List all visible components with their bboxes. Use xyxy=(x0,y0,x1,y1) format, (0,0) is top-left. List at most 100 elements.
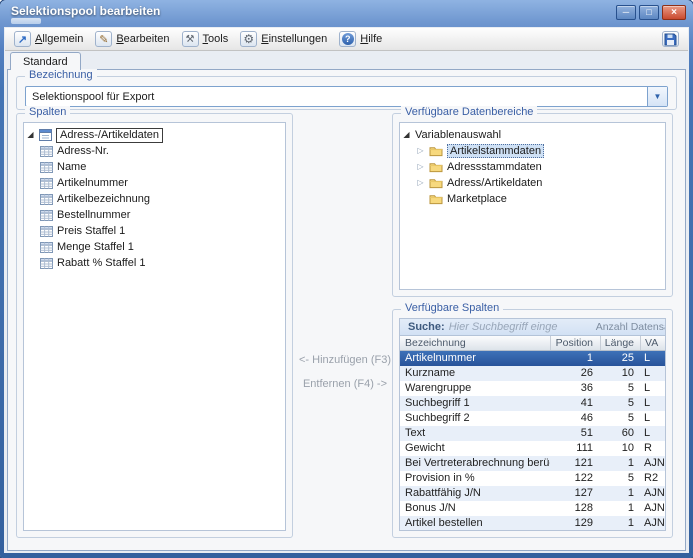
tree-item[interactable]: Bestellnummer xyxy=(26,207,283,223)
cell-name: Artikelnummer xyxy=(400,351,550,366)
column-header-va[interactable]: VA xyxy=(640,336,665,350)
column-header-bezeichnung[interactable]: Bezeichnung xyxy=(400,336,550,350)
maximize-button[interactable]: □ xyxy=(639,5,659,20)
cell-laenge: 10 xyxy=(600,441,640,456)
tree-folder-adressstammdaten[interactable]: ▷ Adressstammdaten xyxy=(402,159,663,175)
search-input[interactable] xyxy=(449,321,592,333)
cell-va: L xyxy=(640,366,665,381)
tree-item[interactable]: Rabatt % Staffel 1 xyxy=(26,255,283,271)
cell-name: Bei Vertreterabrechnung berücksichtige xyxy=(400,456,550,471)
tree-root-adress-artikeldaten[interactable]: ◢ Adress-/Artikeldaten xyxy=(26,127,283,143)
cell-position: 129 xyxy=(550,516,600,531)
table-row[interactable]: Gewicht 111 10 R xyxy=(400,441,665,456)
tree-item-label: Preis Staffel 1 xyxy=(57,225,125,237)
tab-standard[interactable]: Standard xyxy=(10,52,81,70)
cell-name: Suchbegriff 2 xyxy=(400,411,550,426)
table-row[interactable]: Bonus J/N 128 1 AJN xyxy=(400,501,665,516)
cell-va: AJN xyxy=(640,486,665,501)
table-row[interactable]: Kurzname 26 10 L xyxy=(400,366,665,381)
toolbar-label: Hilfe xyxy=(360,33,382,45)
toolbar-button-einstellungen[interactable]: ⚙ Einstellungen xyxy=(240,31,327,47)
tree-item-label: Adress-Nr. xyxy=(57,145,109,157)
tree-root-label[interactable]: Adress-/Artikeldaten xyxy=(56,128,163,143)
tree-folder-label: Adress/Artikeldaten xyxy=(447,177,542,189)
tree-root-variablenauswahl[interactable]: ◢ Variablenauswahl xyxy=(402,127,663,143)
table-row-selected[interactable]: Artikelnummer 1 25 L xyxy=(400,351,665,366)
tree-item[interactable]: Adress-Nr. xyxy=(26,143,283,159)
expander-expanded-icon[interactable]: ◢ xyxy=(402,127,411,143)
cell-position: 36 xyxy=(550,381,600,396)
expander-collapsed-icon[interactable]: ▷ xyxy=(416,175,425,191)
tree-folder-adress-artikeldaten[interactable]: ▷ Adress/Artikeldaten xyxy=(402,175,663,191)
cell-laenge: 5 xyxy=(600,396,640,411)
tree-item-label: Bestellnummer xyxy=(57,209,130,221)
cell-position: 46 xyxy=(550,411,600,426)
spalten-tree: ◢ Adress-/Artikeldaten Adress-Nr. Name xyxy=(23,122,286,531)
table-icon xyxy=(40,177,53,189)
bezeichnung-combobox[interactable]: Selektionspool für Export ▼ xyxy=(25,86,668,107)
tree-folder-marketplace[interactable]: Marketplace xyxy=(402,191,663,207)
add-columns-button[interactable]: <- Hinzufügen (F3) xyxy=(290,354,400,366)
tree-item-label: Artikelnummer xyxy=(57,177,128,189)
group-label-bezeichnung: Bezeichnung xyxy=(25,69,97,81)
tree-item[interactable]: Menge Staffel 1 xyxy=(26,239,283,255)
save-floppy-icon xyxy=(662,31,679,47)
expander-expanded-icon[interactable]: ◢ xyxy=(26,127,35,143)
table-row[interactable]: Suchbegriff 1 41 5 L xyxy=(400,396,665,411)
table-row[interactable]: Rabattfähig J/N 127 1 AJN xyxy=(400,486,665,501)
table-row[interactable]: Bei Vertreterabrechnung berücksichtige 1… xyxy=(400,456,665,471)
column-header-position[interactable]: Position xyxy=(550,336,600,350)
column-header-laenge[interactable]: Länge xyxy=(600,336,640,350)
table-icon xyxy=(40,209,53,221)
cell-name: Provision in % xyxy=(400,471,550,486)
toolbar-button-allgemein[interactable]: ↗ Allgemein xyxy=(14,31,83,47)
cell-laenge: 1 xyxy=(600,456,640,471)
tree-item[interactable]: Artikelbezeichnung xyxy=(26,191,283,207)
save-button[interactable] xyxy=(662,31,679,47)
group-verfuegbare-spalten: Verfügbare Spalten Suche: Anzahl Datensä… xyxy=(392,309,673,538)
folder-icon xyxy=(429,161,443,173)
cell-va: L xyxy=(640,396,665,411)
table-header: Bezeichnung Position Länge VA xyxy=(400,336,665,351)
folder-icon xyxy=(429,193,443,205)
tree-folder-artikelstammdaten[interactable]: ▷ Artikelstammdaten xyxy=(402,143,663,159)
cell-laenge: 1 xyxy=(600,501,640,516)
close-button[interactable]: × xyxy=(662,5,686,20)
tree-item[interactable]: Name xyxy=(26,159,283,175)
toolbar-label: Allgemein xyxy=(35,33,83,45)
table-body: Artikelnummer 1 25 L Kurzname 26 10 L xyxy=(400,351,665,531)
cell-position: 121 xyxy=(550,456,600,471)
expander-collapsed-icon[interactable]: ▷ xyxy=(416,159,425,175)
table-row[interactable]: Text 51 60 L xyxy=(400,426,665,441)
gear-icon: ⚙ xyxy=(240,31,257,47)
folder-icon xyxy=(429,177,443,189)
minimize-button[interactable]: ─ xyxy=(616,5,636,20)
cell-laenge: 60 xyxy=(600,426,640,441)
expander-collapsed-icon[interactable]: ▷ xyxy=(416,143,425,159)
tree-folder-label-selected: Artikelstammdaten xyxy=(447,144,544,158)
tree-folder-label: Marketplace xyxy=(447,193,507,205)
cell-name: Artikel bestellen xyxy=(400,516,550,531)
combobox-value: Selektionspool für Export xyxy=(26,91,647,103)
cell-va: L xyxy=(640,426,665,441)
remove-columns-button[interactable]: Entfernen (F4) -> xyxy=(290,378,400,390)
toolbar-button-bearbeiten[interactable]: ✎ Bearbeiten xyxy=(95,31,169,47)
cell-position: 122 xyxy=(550,471,600,486)
table-row[interactable]: Warengruppe 36 5 L xyxy=(400,381,665,396)
toolbar-button-hilfe[interactable]: ? Hilfe xyxy=(339,31,382,47)
toolbar-button-tools[interactable]: ⚒ Tools xyxy=(182,31,229,47)
table-row[interactable]: Artikel bestellen 129 1 AJN xyxy=(400,516,665,531)
cell-va: AJN xyxy=(640,516,665,531)
record-count: Anzahl Datensätze: 583 xyxy=(596,321,666,333)
tree-item[interactable]: Preis Staffel 1 xyxy=(26,223,283,239)
tree-item-label: Rabatt % Staffel 1 xyxy=(57,257,145,269)
table-row[interactable]: Provision in % 122 5 R2 xyxy=(400,471,665,486)
tree-item[interactable]: Artikelnummer xyxy=(26,175,283,191)
help-icon: ? xyxy=(339,31,356,47)
tree-item-label: Name xyxy=(57,161,86,173)
table-row[interactable]: Suchbegriff 2 46 5 L xyxy=(400,411,665,426)
group-spalten: Spalten ◢ Adress-/Artikeldaten Adress-Nr… xyxy=(16,113,293,538)
cell-va: R xyxy=(640,441,665,456)
chevron-down-icon[interactable]: ▼ xyxy=(647,87,667,106)
cell-name: Gewicht xyxy=(400,441,550,456)
